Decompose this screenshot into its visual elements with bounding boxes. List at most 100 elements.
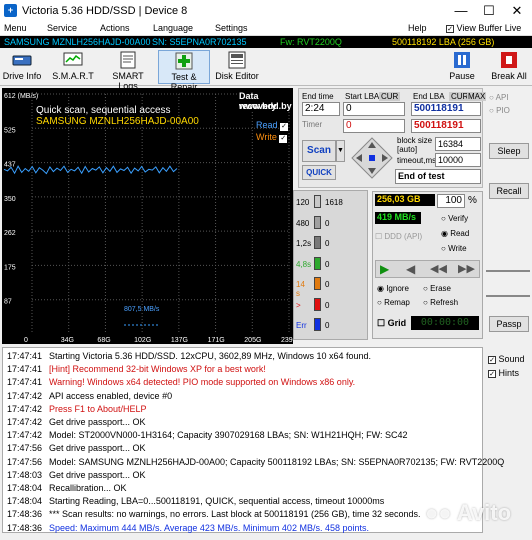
- auto-checkbox[interactable]: [auto]: [397, 145, 417, 154]
- device-capacity: 500118192 LBA (256 GB): [392, 37, 495, 47]
- erase-radio[interactable]: ○ Erase: [423, 284, 451, 293]
- ignore-label: Ignore: [386, 284, 409, 293]
- x-tick-label: 171G: [208, 337, 225, 344]
- legend-color-box[interactable]: [314, 297, 321, 311]
- legend-color-box[interactable]: [314, 256, 321, 270]
- sleep-button[interactable]: Sleep: [489, 143, 529, 159]
- passp-button[interactable]: Passp: [489, 316, 529, 332]
- max-button[interactable]: MAX: [467, 92, 487, 101]
- current-lba-end-field: 500118191: [411, 119, 481, 133]
- device-model: SAMSUNG MZNLH256HAJD-00A00: [4, 37, 151, 47]
- refresh-radio[interactable]: ○ Refresh: [423, 298, 458, 307]
- sound-checkbox[interactable]: ✓ Sound: [488, 354, 525, 364]
- pio-radio[interactable]: ○ PIO: [489, 106, 510, 115]
- disk-editor-button[interactable]: Disk Editor: [214, 50, 260, 84]
- legend-label: 4,8s: [296, 259, 312, 269]
- ignore-radio[interactable]: ◉ Ignore: [377, 284, 409, 293]
- start-cur-button[interactable]: CUR: [379, 92, 401, 101]
- read-legend[interactable]: Read ✓: [256, 120, 289, 131]
- smart-logs-button[interactable]: SMART Logs: [102, 50, 154, 91]
- navigation-diamond-icon[interactable]: [351, 137, 393, 179]
- log-time: 17:47:42: [7, 430, 43, 441]
- quick-button[interactable]: QUICK: [302, 165, 336, 180]
- timeout-select[interactable]: 10000: [435, 153, 481, 167]
- write-legend[interactable]: Write ✓: [256, 132, 288, 143]
- pause-label: Pause: [449, 71, 475, 81]
- close-button[interactable]: ✕: [503, 0, 531, 22]
- menu-actions[interactable]: Actions: [100, 23, 130, 33]
- log-time: 17:47:42: [7, 390, 43, 401]
- app-icon: +: [4, 4, 17, 17]
- log-message: [Hint] Recommend 32-bit Windows XP for a…: [49, 364, 266, 375]
- api-radio[interactable]: ○ API: [489, 93, 509, 102]
- view-buffer-toggle[interactable]: ✓ View Buffer Live: [446, 23, 521, 33]
- log-message: Model: ST2000VN000-1H3164; Capacity 3907…: [49, 430, 408, 441]
- remap-radio[interactable]: ○ Remap: [377, 298, 410, 307]
- hints-checkbox[interactable]: ✓ Hints: [488, 368, 519, 378]
- grid-checkbox[interactable]: ☐ Grid: [377, 318, 406, 329]
- title-bar: + Victoria 5.36 HDD/SSD | Device 8 — ☐ ✕: [0, 0, 532, 22]
- scan-dropdown-icon[interactable]: ▼: [336, 140, 345, 162]
- scanned-size: 256,03 GB: [375, 194, 435, 206]
- scan-stats-panel: 256,03 GB 100 % 419 MB/s ☐ DDD (API) ○ V…: [372, 191, 483, 339]
- scan-button[interactable]: Scan: [302, 140, 336, 162]
- x-tick-label: 205G: [244, 337, 261, 344]
- end-of-test-select[interactable]: End of test: [395, 169, 481, 184]
- disk-editor-icon: [228, 51, 246, 69]
- drive-info-label: Drive Info: [2, 71, 42, 81]
- legend-count: 0: [325, 218, 330, 228]
- log-message: Model: SAMSUNG MZNLH256HAJD-00A00; Capac…: [49, 456, 505, 467]
- menu-language[interactable]: Language: [153, 23, 193, 33]
- legend-color-box[interactable]: [314, 277, 321, 290]
- smart-button[interactable]: S.M.A.R.T: [50, 50, 96, 84]
- play-icon[interactable]: ▶: [380, 262, 389, 276]
- write-checkbox[interactable]: ✓: [279, 135, 288, 143]
- end-time-field[interactable]: 2:24: [302, 102, 340, 116]
- menu-service[interactable]: Service: [47, 23, 77, 33]
- legend-color-box[interactable]: [314, 318, 321, 331]
- drive-info-button[interactable]: Drive Info: [2, 50, 42, 84]
- back-icon[interactable]: ◀: [406, 262, 415, 276]
- menu-help[interactable]: Help: [408, 23, 427, 33]
- write-legend-label: Write: [256, 132, 277, 142]
- device-firmware: Fw: RVT2200Q: [276, 36, 364, 48]
- read-radio[interactable]: ◉ Read: [441, 229, 469, 238]
- ddd-api-checkbox[interactable]: ☐ DDD (API): [375, 232, 422, 241]
- pause-button[interactable]: Pause: [446, 50, 478, 84]
- test-repair-button[interactable]: Test & Repair: [158, 50, 210, 92]
- write-radio[interactable]: ○ Write: [441, 244, 467, 253]
- log-time: 17:48:36: [7, 522, 43, 533]
- legend-color-box[interactable]: [314, 195, 321, 208]
- read-checkbox[interactable]: ✓: [280, 123, 289, 131]
- minimize-button[interactable]: —: [447, 0, 475, 22]
- event-log[interactable]: 17:47:41 Starting Victoria 5.36 HDD/SSD. …: [2, 347, 504, 533]
- end-lba-field[interactable]: 500118191: [411, 102, 481, 116]
- legend-label: 120: [296, 198, 310, 207]
- recall-button[interactable]: Recall: [489, 183, 529, 199]
- block-legend: 120 1618 480 0 1,2s 0 4,8s 0 14 s 0 >0 Err 0: [293, 190, 368, 340]
- plus-icon: [175, 52, 193, 70]
- menu-settings[interactable]: Settings: [215, 23, 248, 33]
- stop-hand-icon: [501, 52, 517, 68]
- log-time: 17:47:56: [7, 456, 43, 467]
- legend-color-box[interactable]: [314, 215, 321, 229]
- maximize-button[interactable]: ☐: [475, 0, 503, 22]
- skip-back-icon[interactable]: ◀◀: [430, 262, 447, 275]
- timeout-label: timeout,ms: [397, 156, 437, 165]
- legend-color-box[interactable]: [314, 236, 321, 249]
- block-size-select[interactable]: 16384: [435, 137, 481, 151]
- grid-label: Grid: [387, 318, 407, 328]
- verify-radio[interactable]: ○ Verify: [441, 214, 468, 223]
- log-message: Speed: Maximum 444 MB/s. Average 423 MB/…: [49, 522, 369, 533]
- menu-menu[interactable]: Menu: [4, 23, 27, 33]
- log-message: Starting Victoria 5.36 HDD/SSD. 12xCPU, …: [49, 351, 371, 361]
- scan-settings-panel: End time 2:24 Timer Start LBA CUR 0 0 En…: [298, 88, 487, 188]
- start-lba-field[interactable]: 0: [343, 102, 405, 116]
- break-all-button[interactable]: Break All: [490, 50, 528, 84]
- log-time: 17:47:42: [7, 403, 43, 414]
- x-tick-label: 239G: [281, 337, 293, 344]
- skip-end-icon[interactable]: ▶▶: [458, 262, 475, 275]
- log-message: Get drive passport... OK: [49, 469, 146, 480]
- graph-title: Quick scan, sequential access: [36, 105, 171, 116]
- timer-label[interactable]: Timer: [302, 120, 322, 129]
